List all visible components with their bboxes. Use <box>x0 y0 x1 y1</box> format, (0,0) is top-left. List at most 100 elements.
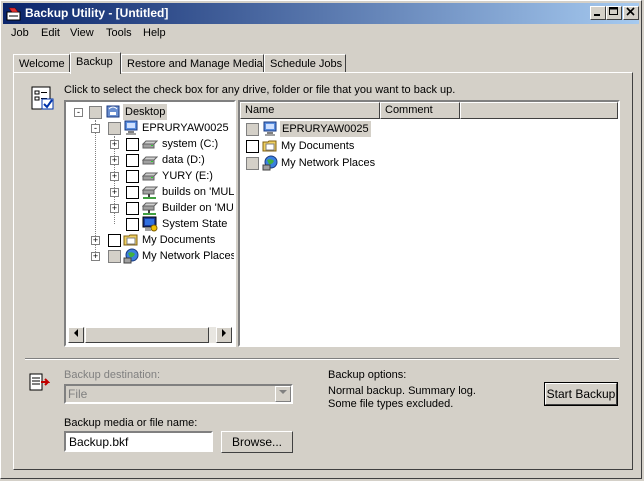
tree-item-drive-e[interactable]: + YURY (E:) <box>66 168 234 184</box>
tree-item-network-drive-builder[interactable]: + Builder on 'MU <box>66 200 234 216</box>
collapse-toggle[interactable]: - <box>91 124 100 133</box>
list-item[interactable]: My Network Places <box>240 155 618 171</box>
drive-c-checkbox[interactable] <box>126 138 139 151</box>
browse-button[interactable]: Browse... <box>221 431 293 453</box>
menu-help[interactable]: Help <box>143 27 166 39</box>
network-places-icon <box>262 155 278 171</box>
arrow-right-icon <box>222 329 226 337</box>
list-checkbox[interactable] <box>246 140 259 153</box>
menu-view[interactable]: View <box>70 27 94 39</box>
expand-toggle[interactable]: + <box>110 188 119 197</box>
folder-tree[interactable]: - Desktop - EPRURYAW0025 + system (C:) +… <box>64 100 236 347</box>
backup-options-label: Backup options: <box>328 369 407 381</box>
backup-app-icon <box>6 7 21 21</box>
close-icon <box>626 7 635 16</box>
tree-item-desktop[interactable]: - Desktop <box>66 104 234 120</box>
list-item[interactable]: My Documents <box>240 138 618 154</box>
tree-label: builds on 'MUL <box>162 186 235 198</box>
list-item-name: EPRURYAW0025 <box>280 121 371 137</box>
menu-tools[interactable]: Tools <box>106 27 132 39</box>
expand-toggle[interactable]: + <box>110 172 119 181</box>
desktop-icon <box>106 105 120 118</box>
title-bar[interactable]: Backup Utility - [Untitled] <box>3 3 639 24</box>
start-backup-label: Start Backup <box>546 387 616 401</box>
backup-destination-select[interactable]: File <box>64 384 293 404</box>
tab-restore[interactable]: Restore and Manage Media <box>121 54 264 72</box>
drive-d-checkbox[interactable] <box>126 154 139 167</box>
tab-backup[interactable]: Backup <box>70 52 121 74</box>
expand-toggle[interactable]: + <box>91 236 100 245</box>
expand-toggle[interactable]: + <box>110 204 119 213</box>
backup-utility-window: Backup Utility - [Untitled] Job Edit Vie… <box>0 0 642 479</box>
tree-item-network-drive-builds[interactable]: + builds on 'MUL <box>66 184 234 200</box>
backup-destination-value: File <box>68 387 88 401</box>
network-drive-icon <box>142 186 158 199</box>
close-button[interactable] <box>623 6 639 20</box>
start-backup-button[interactable]: Start Backup <box>544 382 618 406</box>
tab-welcome[interactable]: Welcome <box>13 54 70 72</box>
list-checkbox[interactable] <box>246 157 259 170</box>
separator <box>25 358 619 360</box>
scroll-left-button[interactable] <box>68 327 84 343</box>
system-state-checkbox[interactable] <box>126 218 139 231</box>
computer-checkbox[interactable] <box>108 122 121 135</box>
column-header-spacer <box>460 102 618 119</box>
expand-toggle[interactable]: + <box>110 156 119 165</box>
column-header-comment[interactable]: Comment <box>380 102 460 119</box>
network-places-checkbox[interactable] <box>108 250 121 263</box>
folder-icon <box>262 140 277 152</box>
list-item[interactable]: EPRURYAW0025 <box>240 121 618 137</box>
window-title: Backup Utility - [Untitled] <box>25 6 169 20</box>
tree-label: My Documents <box>142 234 216 246</box>
my-documents-checkbox[interactable] <box>108 234 121 247</box>
checklist-icon <box>31 86 54 110</box>
tab-restore-label: Restore and Manage Media <box>127 58 263 70</box>
backup-media-label: Backup media or file name: <box>64 417 198 429</box>
tree-label: system (C:) <box>162 138 219 150</box>
tree-label: Builder on 'MU <box>162 202 234 214</box>
tab-welcome-label: Welcome <box>19 58 65 70</box>
tab-schedule-label: Schedule Jobs <box>270 58 343 70</box>
expand-toggle[interactable]: + <box>91 252 100 261</box>
desktop-checkbox[interactable] <box>89 106 102 119</box>
drive-e-checkbox[interactable] <box>126 170 139 183</box>
tab-backup-label: Backup <box>76 56 113 68</box>
column-header-name[interactable]: Name <box>240 102 380 119</box>
instruction-text: Click to select the check box for any dr… <box>64 84 456 96</box>
menu-edit[interactable]: Edit <box>41 27 60 39</box>
list-checkbox[interactable] <box>246 123 259 136</box>
file-list[interactable]: Name Comment EPRURYAW0025 My Documents M… <box>238 100 620 347</box>
tree-horizontal-scrollbar[interactable] <box>68 327 232 343</box>
tree-item-drive-d[interactable]: + data (D:) <box>66 152 234 168</box>
backup-media-value: Backup.bkf <box>69 435 129 449</box>
maximize-icon <box>609 7 618 15</box>
arrow-left-icon <box>74 329 78 337</box>
builds-checkbox[interactable] <box>126 186 139 199</box>
network-places-icon <box>123 248 139 264</box>
backup-options-line2: Some file types excluded. <box>328 398 454 410</box>
backup-media-input[interactable]: Backup.bkf <box>64 431 213 452</box>
builder-checkbox[interactable] <box>126 202 139 215</box>
tree-label: YURY (E:) <box>162 170 213 182</box>
minimize-button[interactable] <box>590 6 606 20</box>
tree-item-drive-c[interactable]: + system (C:) <box>66 136 234 152</box>
computer-icon <box>124 120 138 135</box>
expand-toggle[interactable]: + <box>110 140 119 149</box>
system-state-icon <box>142 216 158 232</box>
maximize-button[interactable] <box>606 6 622 20</box>
list-item-name: My Network Places <box>281 157 376 169</box>
tree-item-computer[interactable]: - EPRURYAW0025 <box>66 120 234 136</box>
scroll-right-button[interactable] <box>216 327 232 343</box>
scroll-thumb[interactable] <box>85 327 209 343</box>
tree-label: System State <box>162 218 228 230</box>
tree-item-my-documents[interactable]: + My Documents <box>66 232 234 248</box>
tree-item-system-state[interactable]: System State <box>66 216 234 232</box>
drive-icon <box>142 156 158 165</box>
destination-icon <box>29 373 50 391</box>
tree-item-my-network-places[interactable]: + My Network Places <box>66 248 234 264</box>
backup-options-line1: Normal backup. Summary log. <box>328 385 476 397</box>
collapse-toggle[interactable]: - <box>74 108 83 117</box>
tab-schedule[interactable]: Schedule Jobs <box>264 54 346 72</box>
dropdown-button[interactable] <box>275 386 291 402</box>
menu-job[interactable]: Job <box>11 27 29 39</box>
